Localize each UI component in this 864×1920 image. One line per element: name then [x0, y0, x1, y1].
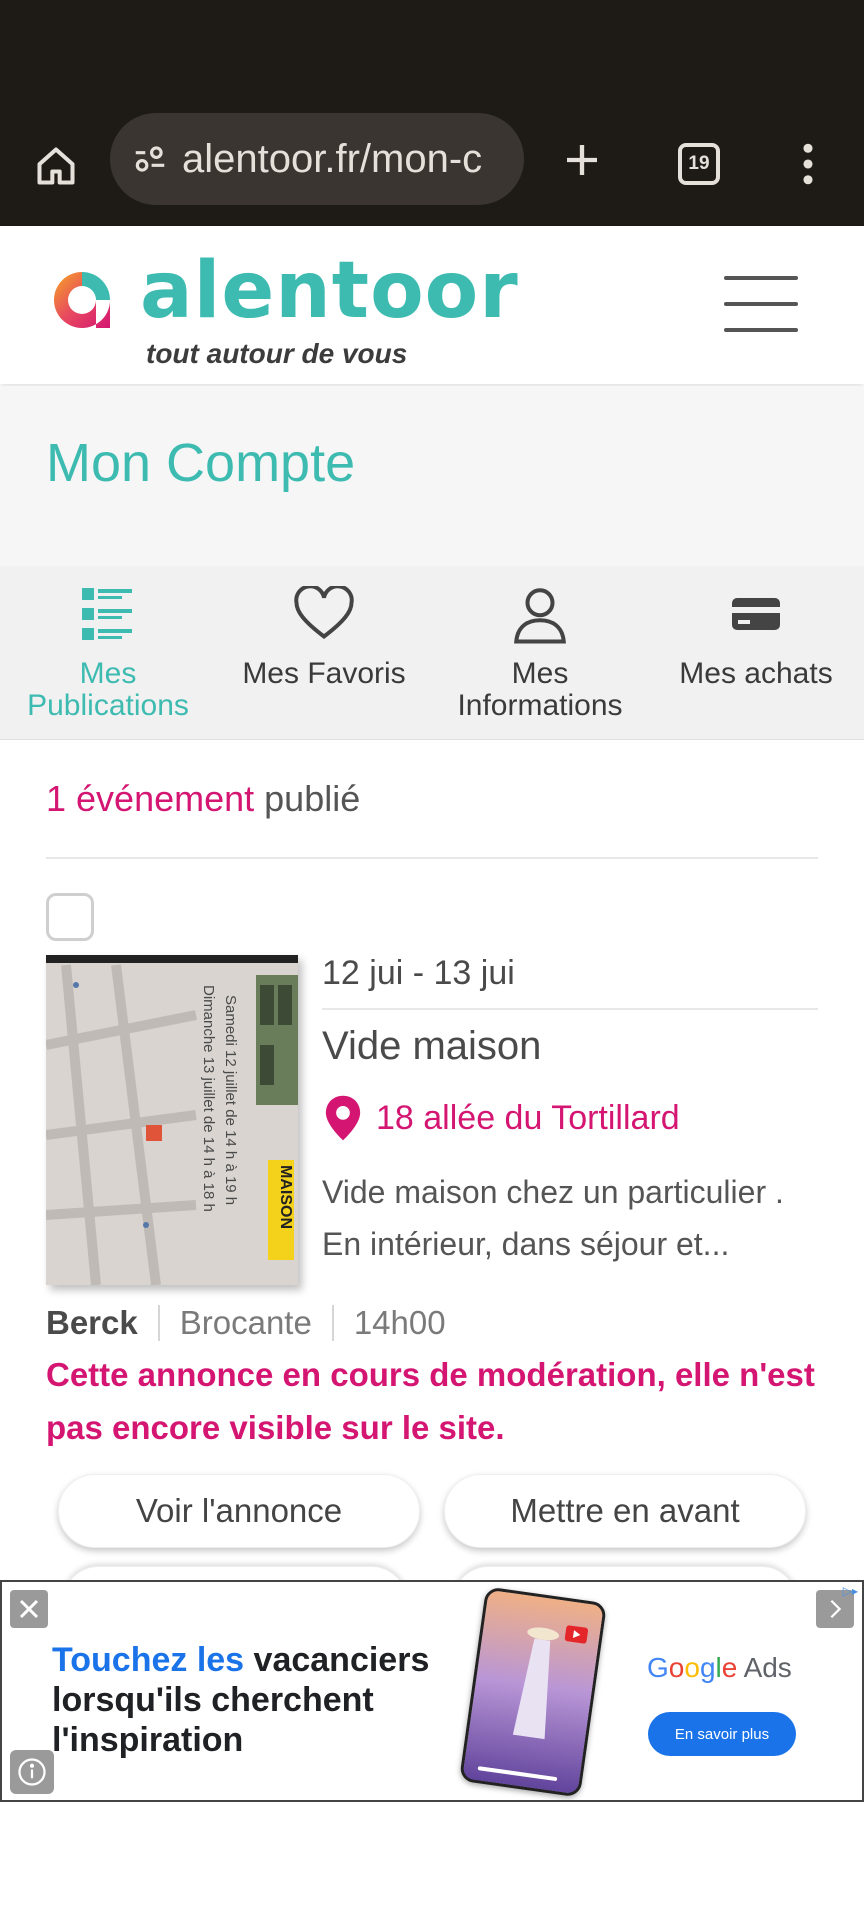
hamburger-menu-icon[interactable]: [724, 276, 798, 332]
new-tab-icon[interactable]: [552, 130, 612, 190]
ad-cta-button[interactable]: En savoir plus: [648, 1712, 796, 1756]
meta-separator: [331, 1305, 334, 1341]
site-header: alentoor tout autour de vous: [0, 226, 864, 384]
user-icon: [508, 582, 572, 646]
address-bar[interactable]: alentoor.fr/mon-c: [110, 113, 524, 205]
logo-mark-icon: [54, 272, 110, 328]
page-title-band: Mon Compte: [0, 386, 864, 566]
url-text[interactable]: alentoor.fr/mon-c: [182, 137, 482, 182]
status-bar: [0, 0, 864, 110]
site-logo[interactable]: alentoor tout autour de vous: [48, 246, 518, 369]
ad-headline: Touchez les vacanciers lorsqu'ils cherch…: [52, 1640, 472, 1760]
home-icon[interactable]: [26, 136, 86, 196]
ad-brand-ads: Ads: [737, 1652, 792, 1683]
logo-wordmark: alentoor: [140, 246, 519, 336]
tab-label: Mes achats: [679, 657, 833, 690]
promote-button[interactable]: Mettre en avant: [444, 1474, 806, 1548]
publication-count: 1 événement publié: [46, 778, 360, 820]
ad-brand: Google Ads: [647, 1652, 792, 1683]
address-text: 18 allée du Tortillard: [376, 1098, 680, 1137]
event-dates: 12 jui - 13 jui: [322, 954, 515, 992]
close-icon[interactable]: [10, 1590, 48, 1628]
event-title[interactable]: Vide maison: [322, 1024, 541, 1069]
tab-mes-achats[interactable]: Mes achats: [648, 566, 864, 739]
view-listing-button[interactable]: Voir l'annonce: [58, 1474, 420, 1548]
tab-count: 19: [678, 143, 720, 185]
list-icon: [76, 582, 140, 646]
tab-label: Mes Informations: [457, 657, 623, 722]
divider: [322, 1008, 818, 1010]
event-thumbnail[interactable]: MAISON Samedi 12 juillet de 14 h à 19 h …: [46, 955, 298, 1285]
page-title: Mon Compte: [46, 433, 356, 493]
thumb-line-1: Samedi 12 juillet de 14 h à 19 h: [222, 995, 239, 1205]
event-city: Berck: [46, 1304, 138, 1341]
ad-choices-icon[interactable]: ▷▸: [843, 1584, 858, 1598]
divider: [46, 857, 818, 859]
tab-switcher-button[interactable]: 19: [669, 134, 729, 194]
site-settings-icon[interactable]: [128, 137, 172, 181]
heart-icon: [292, 582, 356, 646]
event-address[interactable]: 18 allée du Tortillard: [322, 1094, 680, 1142]
event-meta: Berck Brocante 14h00: [46, 1304, 446, 1342]
ad-banner[interactable]: ▷▸ Touchez les vacanciers lorsqu'ils che…: [0, 1580, 864, 1802]
tab-mes-favoris[interactable]: Mes Favoris: [216, 566, 432, 739]
thumb-line-2: Dimanche 13 juillet de 14 h à 18 h: [200, 985, 217, 1212]
select-checkbox[interactable]: [46, 893, 94, 941]
tab-mes-informations[interactable]: Mes Informations: [432, 566, 648, 739]
card-icon: [724, 582, 788, 646]
info-icon[interactable]: [10, 1750, 54, 1794]
tab-label: Mes Favoris: [242, 657, 406, 690]
ad-headline-blue: Touchez les: [52, 1641, 245, 1679]
tab-mes-publications[interactable]: Mes Publications: [0, 566, 216, 739]
account-tabs: Mes Publications Mes Favoris Mes Informa…: [0, 566, 864, 740]
browser-toolbar: alentoor.fr/mon-c 19: [0, 110, 864, 226]
meta-separator: [157, 1305, 160, 1341]
event-category: Brocante: [179, 1304, 312, 1341]
count-rest: publié: [254, 778, 361, 819]
location-pin-icon: [325, 1095, 361, 1141]
count-accent: 1 événement: [46, 778, 255, 819]
thumb-label: MAISON: [277, 1165, 294, 1229]
moderation-notice: Cette annonce en cours de modération, el…: [46, 1356, 815, 1446]
tab-label: Mes Publications: [27, 657, 189, 722]
more-menu-icon[interactable]: [778, 134, 838, 194]
ad-phone-image: [458, 1586, 608, 1798]
event-time: 14h00: [353, 1304, 446, 1341]
logo-tagline: tout autour de vous: [146, 338, 408, 369]
event-description: Vide maison chez un particulier . En int…: [322, 1174, 784, 1262]
